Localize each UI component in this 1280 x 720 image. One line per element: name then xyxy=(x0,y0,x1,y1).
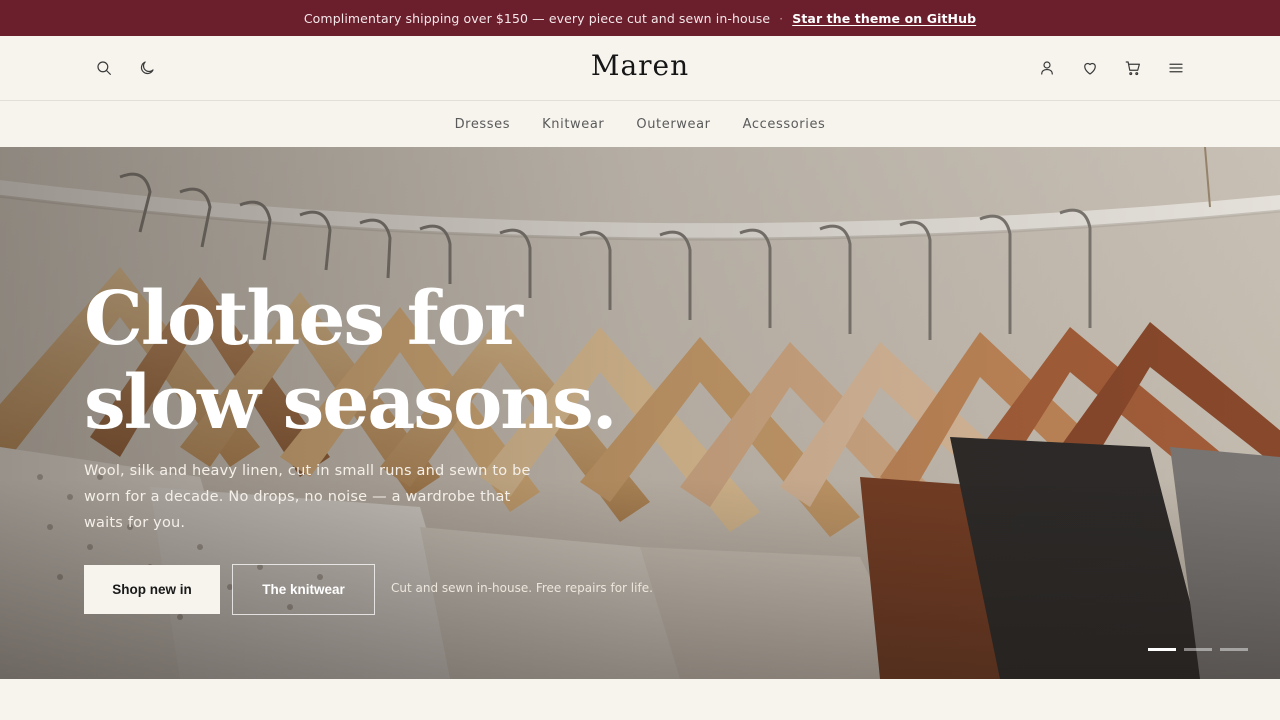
nav-item-dresses[interactable]: Dresses xyxy=(455,117,511,132)
announcement-text: Complimentary shipping over $150 — every… xyxy=(303,10,771,26)
nav-item-accessories[interactable]: Accessories xyxy=(743,117,826,132)
slide-dot-2[interactable] xyxy=(1184,648,1212,651)
hero-banner: Clothes for slow seasons. Wool, silk and… xyxy=(0,147,1280,679)
hero-title: Clothes for slow seasons. xyxy=(84,276,618,446)
hero-subtitle: Wool, silk and heavy linen, cut in small… xyxy=(84,463,531,531)
moon-icon[interactable] xyxy=(135,56,159,80)
slide-indicators xyxy=(1148,648,1248,651)
shop-new-in-button[interactable]: Shop new in xyxy=(84,565,220,614)
slide-dot-1[interactable] xyxy=(1148,648,1176,651)
account-icon[interactable] xyxy=(1035,56,1059,80)
nav-item-knitwear[interactable]: Knitwear xyxy=(542,117,604,132)
nav-item-outerwear[interactable]: Outerwear xyxy=(636,117,710,132)
cart-icon[interactable] xyxy=(1121,56,1145,80)
github-star-link[interactable]: Star the theme on GitHub xyxy=(792,11,976,26)
announcement-separator: · xyxy=(779,10,784,26)
slide-dot-3[interactable] xyxy=(1220,648,1248,651)
site-logo[interactable]: Maren xyxy=(591,49,689,82)
announcement-bar: Complimentary shipping over $150 — every… xyxy=(0,0,1280,36)
knitwear-button[interactable]: The knitwear xyxy=(232,564,375,615)
hero-note: Cut and sewn in-house. Free repairs for … xyxy=(391,581,653,595)
category-nav: Dresses Knitwear Outerwear Accessories xyxy=(0,101,1280,147)
heart-icon[interactable] xyxy=(1078,56,1102,80)
site-header: Maren xyxy=(0,36,1280,101)
search-icon[interactable] xyxy=(92,56,116,80)
menu-icon[interactable] xyxy=(1164,56,1188,80)
